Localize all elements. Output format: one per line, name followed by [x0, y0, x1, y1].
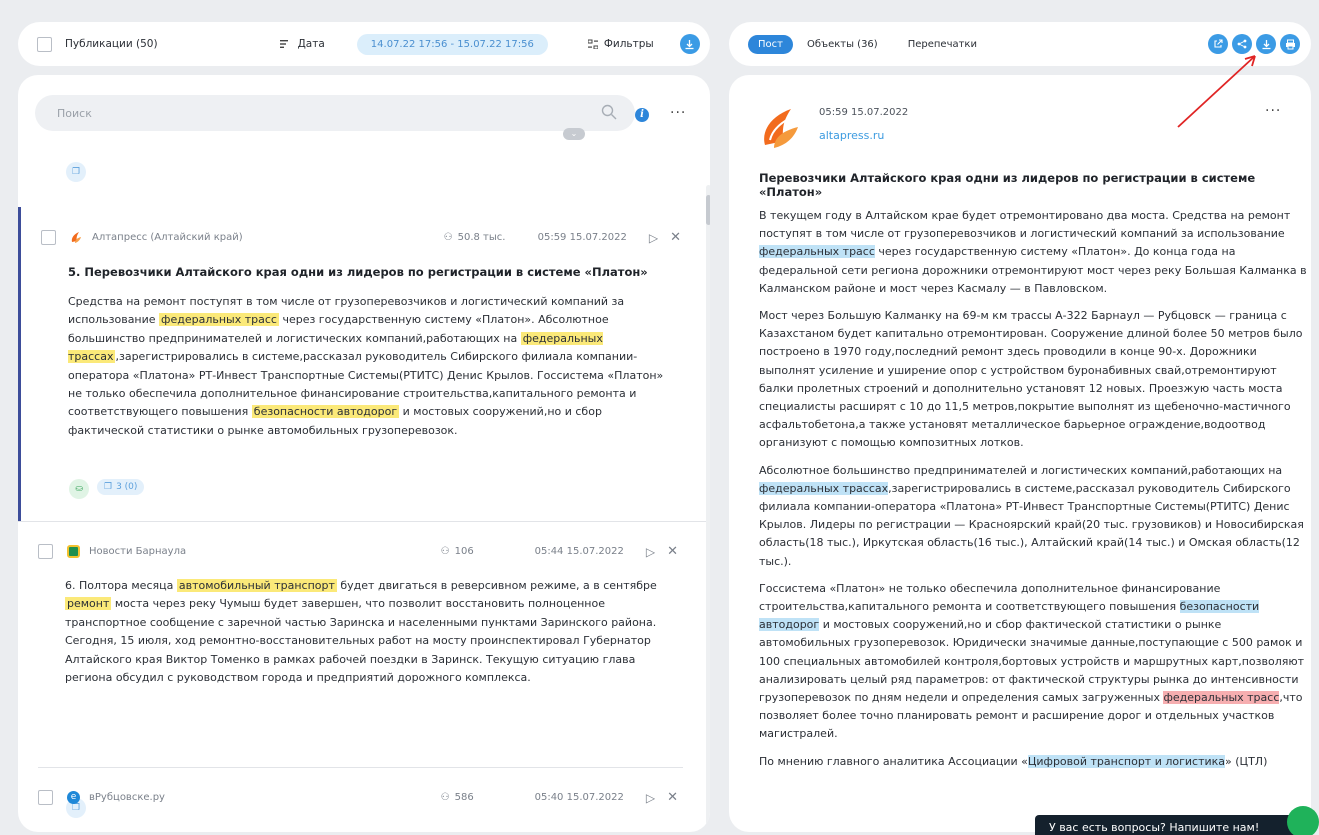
external-link-icon	[1214, 39, 1223, 48]
close-icon[interactable]: ✕	[670, 230, 681, 245]
post-paragraph: Госсистема «Платон» не только обеспечила…	[759, 581, 1305, 741]
post-title: Перевозчики Алтайского края одни из лиде…	[759, 171, 1256, 199]
sort-label: Дата	[297, 38, 325, 50]
more-options-icon[interactable]: ···	[1265, 103, 1281, 119]
tab-post[interactable]: Пост	[748, 34, 793, 54]
source-logo-icon	[71, 232, 81, 243]
filters-button[interactable]: Фильтры	[587, 38, 654, 50]
publications-list: Поиск ⌄ i ··· ❐ Алтапресс (Алтайский кра…	[18, 75, 710, 832]
download-list-button[interactable]	[679, 34, 700, 54]
sort-icon	[279, 40, 288, 48]
print-icon	[1285, 39, 1295, 49]
list-toolbar: Публикации (50) Дата 14.07.22 17:56 - 15…	[18, 22, 710, 66]
chat-label: У вас есть вопросы? Напишите нам!	[1049, 821, 1260, 834]
download-icon	[685, 39, 694, 49]
sort-date-button[interactable]: Дата	[279, 38, 325, 50]
download-icon	[1262, 39, 1270, 49]
keyword-highlight: федеральных трассах	[759, 481, 889, 495]
source-name: Алтапресс (Алтайский край)	[92, 232, 243, 243]
search-icon[interactable]	[601, 104, 617, 120]
item-text: Средства на ремонт поступят в том числе …	[68, 295, 664, 437]
keyword-highlight: автомобильный транспорт	[176, 579, 337, 592]
tag-icon[interactable]: ▷	[649, 231, 658, 245]
post-detail: 05:59 15.07.2022 altapress.ru ··· Перево…	[729, 75, 1311, 832]
item-checkbox[interactable]	[38, 544, 53, 559]
chevron-down-icon[interactable]: ⌄	[563, 128, 585, 140]
publications-count: Публикации (50)	[65, 38, 158, 50]
keyword-highlight: ремонт	[65, 597, 112, 611]
basket-icon[interactable]: ⛀	[69, 479, 89, 499]
item-datetime: 05:40 15.07.2022	[534, 792, 624, 803]
source-logo-icon	[764, 109, 798, 148]
reach-icon: ⚇	[440, 546, 450, 557]
scrollbar-thumb[interactable]	[706, 195, 710, 225]
select-all-checkbox[interactable]	[37, 36, 52, 52]
source-logo-icon: e	[67, 791, 80, 804]
reach-icon: ⚇	[440, 792, 450, 803]
info-icon[interactable]: i	[635, 108, 649, 122]
filter-icon	[587, 39, 598, 49]
post-paragraph: Абсолютное большинство предпринимателей …	[759, 463, 1304, 568]
source-name: вРубцовске.ру	[89, 792, 165, 803]
post-body: В текущем году в Алтайском крае будет от…	[759, 207, 1307, 780]
item-text[interactable]: 6. Полтора месяца автомобильный транспор…	[65, 577, 675, 687]
tab-objects[interactable]: Объекты (36)	[807, 39, 878, 50]
reach-value: 106	[454, 546, 474, 557]
scrollbar[interactable]	[706, 185, 710, 825]
annotation-arrow-icon	[1177, 55, 1256, 128]
post-datetime: 05:59 15.07.2022	[819, 107, 909, 118]
copy-icon[interactable]: ❐	[66, 162, 86, 182]
keyword-highlight: федеральных трасс	[159, 313, 279, 327]
item-checkbox[interactable]	[41, 230, 56, 245]
post-paragraph: В текущем году в Алтайском крае будет от…	[759, 209, 1307, 295]
copies-chip[interactable]: ❐ 3 (0)	[97, 479, 145, 495]
tag-icon[interactable]: ▷	[646, 545, 655, 559]
chat-bubble-icon[interactable]	[1287, 806, 1319, 835]
close-icon[interactable]: ✕	[667, 544, 678, 559]
date-range-picker[interactable]: 14.07.22 17:56 - 15.07.22 17:56	[356, 33, 548, 55]
item-datetime: 05:59 15.07.2022	[537, 232, 627, 243]
list-item[interactable]: Новости Барнаула ⚇ 106 05:44 15.07.2022 …	[18, 522, 706, 818]
list-item[interactable]: Алтапресс (Алтайский край) ⚇ 50.8 тыс. 0…	[18, 207, 706, 521]
support-chat-button[interactable]: У вас есть вопросы? Напишите нам!	[1035, 815, 1300, 835]
item-datetime: 05:44 15.07.2022	[534, 546, 624, 557]
more-options-icon[interactable]: ···	[670, 105, 686, 121]
keyword-highlight: федеральных трасс	[1163, 691, 1280, 705]
keyword-highlight: федеральных трасс	[759, 245, 875, 259]
share-icon	[1237, 39, 1247, 49]
copy-icon: ❐	[104, 482, 113, 492]
keyword-highlight: безопасности автодорог	[251, 405, 400, 419]
keyword-highlight: Цифровой транспорт и логистика	[1027, 754, 1226, 768]
post-paragraph: Мост через Большую Калманку на 69-м км т…	[759, 309, 1303, 450]
reach-icon: ⚇	[443, 232, 453, 243]
tag-icon[interactable]: ▷	[646, 791, 655, 805]
reach-value: 50.8 тыс.	[457, 232, 506, 243]
source-logo-icon	[67, 545, 80, 558]
reach-value: 586	[454, 792, 474, 803]
post-source-link[interactable]: altapress.ru	[819, 129, 884, 142]
search-placeholder: Поиск	[57, 106, 92, 120]
post-paragraph: По мнению главного аналитика Ассоциации …	[759, 754, 1268, 768]
item-checkbox[interactable]	[38, 790, 53, 805]
list-item[interactable]: e вРубцовске.ру ⚇ 586 05:40 15.07.2022 ▷…	[18, 768, 706, 832]
source-name: Новости Барнаула	[89, 546, 187, 557]
search-input[interactable]: Поиск	[35, 95, 635, 131]
print-button[interactable]	[1280, 34, 1300, 54]
filters-label: Фильтры	[603, 38, 654, 50]
item-title[interactable]: 5. Перевозчики Алтайского края одни из л…	[68, 265, 648, 279]
copies-count: 3 (0)	[116, 482, 138, 492]
close-icon[interactable]: ✕	[667, 790, 678, 805]
tab-reprints[interactable]: Перепечатки	[908, 39, 977, 50]
